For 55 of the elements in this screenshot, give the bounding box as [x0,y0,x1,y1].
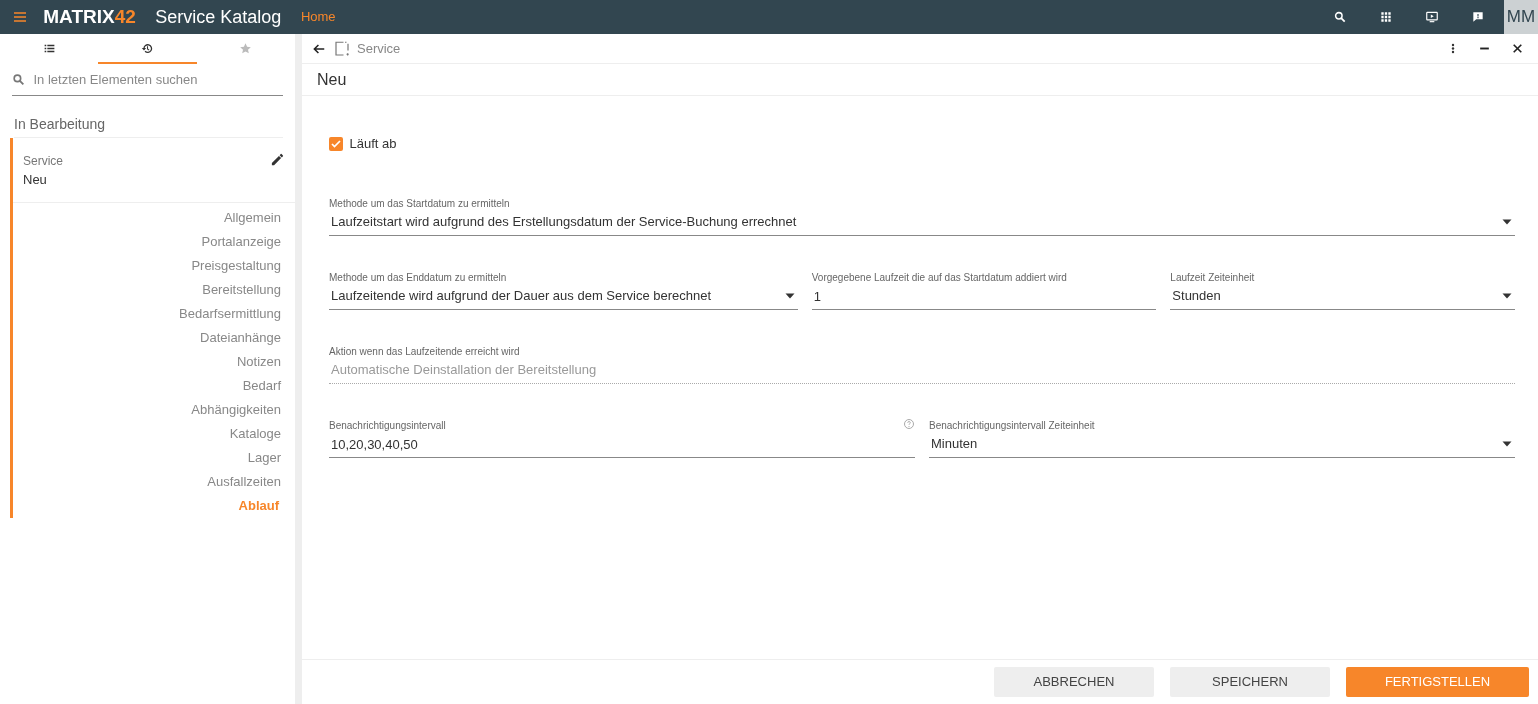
play-screen-icon [1424,10,1439,24]
readonly-field: Automatische Deinstallation der Bereitstellung [329,357,1515,384]
section-link[interactable]: Notizen [13,349,295,374]
edit-button[interactable] [270,152,285,167]
checkbox[interactable] [329,136,343,151]
field-label: Aktion wenn das Laufzeitende erreicht wird [329,344,520,359]
nav-link[interactable]: Home [300,7,336,27]
check-icon [330,137,342,150]
section-link[interactable]: Preisgestaltung [13,253,295,278]
user-avatar[interactable]: MM [1504,0,1538,34]
checkbox-label: Läuft ab [349,135,397,153]
breadcrumb: Service [357,39,401,58]
menu-icon [12,9,28,25]
field-label: Methode um das Enddatum zu ermitteln [329,270,507,285]
section-link[interactable]: Ablauf [13,493,295,518]
finish-button[interactable]: FERTIGSTELLEN [1346,667,1529,697]
logo: MATRIX42 [43,4,136,29]
close-icon [1510,42,1524,55]
section-link[interactable]: Bedarf [13,373,295,398]
search-icon [1332,10,1347,24]
history-icon [141,41,154,55]
section-link[interactable]: Lager [13,445,295,470]
field-label: Benachrichtigungsintervall Zeiteinheit [929,418,1095,433]
app-title: Service Katalog [155,5,282,29]
item-name: Neu [23,171,48,189]
star-icon [239,41,253,55]
section-link[interactable]: Abhängigkeiten [13,397,295,422]
section-link[interactable]: Allgemein [13,205,295,230]
search-icon [12,73,25,86]
section-link[interactable]: Portalanzeige [13,229,295,254]
new-item-icon [332,39,351,58]
section-link[interactable]: Kataloge [13,421,295,446]
section-link[interactable]: Bedarfsermittlung [13,301,295,326]
section-link[interactable]: Bereitstellung [13,277,295,302]
input-field[interactable]: 1 [811,283,1157,310]
input-field[interactable]: 10,20,30,40,50 [329,431,915,458]
dropdown[interactable]: Laufzeitende wird aufgrund der Dauer aus dem Service berechnet [329,283,798,310]
close-button[interactable] [1510,42,1524,55]
field-label: Vorgegebene Laufzeit die auf das Startdatum addiert wird [811,270,1067,285]
dropdown[interactable]: Stunden [1170,283,1515,310]
section-title: In Bearbeitung [14,114,283,138]
section-link[interactable]: Dateianhänge [13,325,295,350]
field-label: Benachrichtigungsintervall [329,418,446,433]
action-button[interactable]: SPEICHERN [1170,667,1330,697]
section-link[interactable]: Ausfallzeiten [13,469,295,494]
page-title: Neu [302,64,1538,96]
action-button[interactable]: ABBRECHEN [994,667,1154,697]
chat-icon [1470,10,1485,24]
field-label: Laufzeit Zeiteinheit [1170,270,1255,285]
dropdown[interactable]: Laufzeitstart wird aufgrund des Erstellungsdatum der Service-Buchung errechnet [329,209,1515,236]
field-label: Methode um das Startdatum zu ermitteln [329,196,510,211]
grid-icon [1378,10,1393,24]
pencil-icon [270,152,285,167]
item-type: Service [23,153,63,170]
dropdown[interactable]: Minuten [929,431,1515,458]
